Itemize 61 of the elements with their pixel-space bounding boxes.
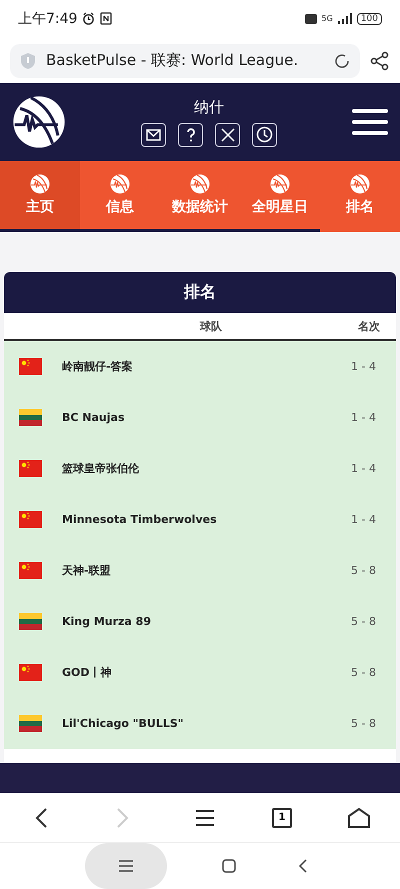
team-name: BC Naujas [62,411,126,424]
lithuania-flag-icon [19,409,42,426]
rank-range: 1 - 4 [351,462,376,476]
share-icon[interactable] [370,50,390,71]
basketball-icon [270,174,290,194]
team-name: Minnesota Timberwolves [62,513,218,526]
basketball-icon [30,174,50,194]
nav-tab[interactable]: 排名 [320,160,400,229]
status-time: 上午7:49 [18,10,78,28]
tab-count[interactable]: 1 [272,808,292,828]
team-name: 篮球皇帝张伯伦 [62,461,140,476]
nav-tab[interactable]: 全明星日 [240,160,320,229]
signal-icon [338,13,352,24]
nav-tab[interactable]: 数据统计 [160,160,240,229]
lithuania-flag-icon [19,715,42,732]
rank-range: 5 - 8 [351,717,376,730]
back-icon[interactable] [298,858,308,873]
team-name: GOD丨神 [62,665,113,680]
address-bar[interactable]: BasketPulse - 联赛: World League. [10,44,360,78]
team-name: 岭南靓仔-答案 [62,359,134,374]
clock-icon[interactable] [252,122,277,147]
basketball-icon [110,174,130,194]
lines-icon [119,860,133,872]
mail-icon[interactable] [141,122,166,147]
shield-icon [20,52,36,70]
hd-icon [304,14,317,24]
help-icon[interactable] [178,122,203,147]
lithuania-flag-icon [19,613,42,630]
reload-icon[interactable] [334,52,350,69]
battery-level: 100 [356,12,382,25]
china-flag-icon [19,460,42,478]
nav-tab[interactable]: 信息 [80,160,160,229]
column-header: 名次 [358,318,380,334]
network-type: 5G [322,14,333,24]
page-title: BasketPulse - 联赛: World League. [46,51,300,70]
alarm-icon [82,12,96,26]
rank-range: 1 - 4 [351,513,376,526]
nfc-icon [100,12,112,26]
china-flag-icon [19,562,42,580]
china-flag-icon [19,511,42,528]
nav-tab[interactable]: 主页 [0,160,80,229]
logo-icon [12,95,66,150]
team-name: King Murza 89 [62,615,152,628]
rank-range: 1 - 4 [351,411,376,424]
rank-range: 5 - 8 [351,564,376,578]
close-icon[interactable] [215,122,240,147]
rank-range: 5 - 8 [351,615,376,628]
china-flag-icon [19,358,42,376]
header-title: 纳什 [194,98,224,117]
recents-button[interactable] [85,842,167,889]
menu-icon[interactable] [352,109,388,136]
column-header: 球队 [198,318,223,334]
china-flag-icon [19,664,42,682]
basketball-icon [350,174,370,194]
basketball-icon [190,174,210,194]
team-name: Lil'Chicago "BULLS" [62,717,185,730]
rank-range: 1 - 4 [351,360,376,374]
home-button-icon[interactable] [222,858,236,873]
rank-range: 5 - 8 [351,666,376,680]
card-title: 排名 [184,282,216,304]
team-name: 天神-联盟 [62,563,112,578]
